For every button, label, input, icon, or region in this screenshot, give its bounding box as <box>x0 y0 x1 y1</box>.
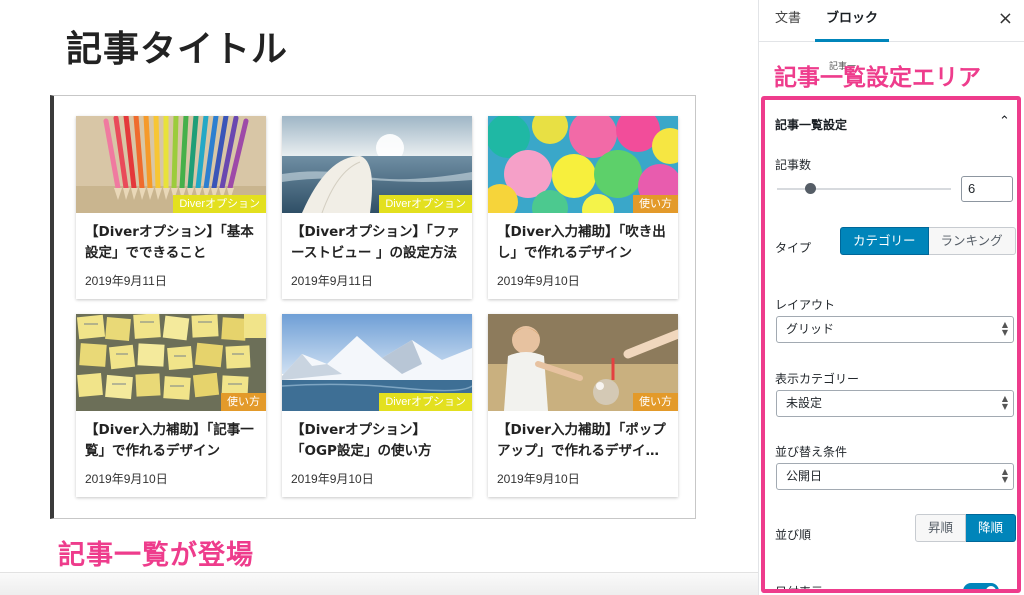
post-date: 2019年9月10日 <box>291 472 374 486</box>
post-title[interactable]: 【Diverオプション】「OGP設定」の使い方 <box>291 420 463 462</box>
date-display-label: 日付表示 <box>775 585 824 593</box>
close-icon[interactable]: × <box>998 8 1013 29</box>
type-option-category[interactable]: カテゴリー <box>840 227 929 255</box>
post-thumbnail-sticky-notes: 使い方 <box>76 314 266 411</box>
order-toggle-group: 昇順 降順 <box>915 514 1017 542</box>
post-card[interactable]: 使い方 【Diver入力補助】「吹き出し」で作れるデザイン 2019年9月10日 <box>488 116 678 299</box>
post-date: 2019年9月10日 <box>497 472 580 486</box>
layout-select-value: グリッド <box>786 322 835 336</box>
type-label: タイプ <box>775 241 812 255</box>
annotation-caption-post-list: 記事一覧が登場 <box>58 540 254 571</box>
post-card[interactable]: Diverオプション 【Diverオプション】「OGP設定」の使い方 2019年… <box>282 314 472 497</box>
order-option-desc[interactable]: 降順 <box>966 514 1017 542</box>
select-arrows-icon: ▲ ▼ <box>1001 320 1008 337</box>
category-select[interactable]: 未設定 ▲ ▼ <box>776 390 1014 417</box>
category-badge[interactable]: 使い方 <box>221 393 266 411</box>
select-arrows-icon: ▲ ▼ <box>1001 394 1008 411</box>
panel-title[interactable]: 記事一覧設定 <box>775 116 847 133</box>
post-count-input[interactable]: 6 <box>961 176 1013 202</box>
category-badge[interactable]: 使い方 <box>633 393 678 411</box>
order-label: 並び順 <box>775 528 812 542</box>
category-label: 表示カテゴリー <box>775 372 860 386</box>
category-badge[interactable]: Diverオプション <box>173 195 266 213</box>
type-option-ranking[interactable]: ランキング <box>928 227 1016 255</box>
tab-block[interactable]: ブロック <box>815 0 889 42</box>
chevron-up-icon[interactable]: ⌃ <box>999 114 1010 129</box>
post-title[interactable]: 【Diverオプション】「基本設定」でできること <box>85 222 257 264</box>
category-badge[interactable]: Diverオプション <box>379 393 472 411</box>
post-date: 2019年9月10日 <box>497 274 580 288</box>
layout-label: レイアウト <box>775 298 836 312</box>
sidebar-tabs: 文書 ブロック × <box>759 0 1024 42</box>
sort-select[interactable]: 公開日 ▲ ▼ <box>776 463 1014 490</box>
post-card[interactable]: Diverオプション 【Diverオプション】「基本設定」でできること 2019… <box>76 116 266 299</box>
page-title[interactable]: 記事タイトル <box>66 20 288 72</box>
category-select-value: 未設定 <box>786 396 823 410</box>
post-title[interactable]: 【Diver入力補助】「吹き出し」で作れるデザイン <box>497 222 669 264</box>
date-display-toggle[interactable] <box>963 583 999 589</box>
order-option-asc[interactable]: 昇順 <box>915 514 967 542</box>
post-count-slider[interactable] <box>777 188 951 190</box>
type-toggle-group: カテゴリー ランキング <box>840 227 1016 255</box>
post-thumbnail-child-balloon: 使い方 <box>488 314 678 411</box>
post-thumbnail-surfboard: Diverオプション <box>282 116 472 213</box>
layout-select[interactable]: グリッド ▲ ▼ <box>776 316 1014 343</box>
post-count-slider-handle[interactable] <box>805 183 816 194</box>
editor-bottom-bar <box>0 572 758 595</box>
post-card[interactable]: Diverオプション 【Diverオプション】「ファーストビュー 」の設定方法 … <box>282 116 472 299</box>
post-title[interactable]: 【Diver入力補助】「ポップアップ」で作れるデザイ… <box>497 420 669 462</box>
post-thumbnail-colored-pencils: Diverオプション <box>76 116 266 213</box>
post-grid: Diverオプション 【Diverオプション】「基本設定」でできること 2019… <box>76 116 678 497</box>
category-badge[interactable]: Diverオプション <box>379 195 472 213</box>
sort-label: 並び替え条件 <box>775 445 848 459</box>
category-badge[interactable]: 使い方 <box>633 195 678 213</box>
post-list-settings-panel: 記事一覧設定 ⌃ 記事数 6 タイプ カテゴリー ランキング レイアウト グリッ… <box>761 96 1021 593</box>
post-date: 2019年9月11日 <box>85 274 167 288</box>
post-title[interactable]: 【Diverオプション】「ファーストビュー 」の設定方法 <box>291 222 463 264</box>
post-card[interactable]: 使い方 【Diver入力補助】「ポップアップ」で作れるデザイ… 2019年9月1… <box>488 314 678 497</box>
settings-sidebar: 文書 ブロック × 記事一 記事一覧設定エリア 記事一覧設定 ⌃ 記事数 6 タ… <box>758 0 1024 595</box>
post-list-block[interactable]: Diverオプション 【Diverオプション】「基本設定」でできること 2019… <box>50 95 696 519</box>
post-count-label: 記事数 <box>775 158 812 172</box>
post-thumbnail-balloons: 使い方 <box>488 116 678 213</box>
annotation-caption-settings: 記事一覧設定エリア <box>774 65 981 91</box>
post-thumbnail-snowy-mountains: Diverオプション <box>282 314 472 411</box>
post-card[interactable]: 使い方 【Diver入力補助】「記事一覧」で作れるデザイン 2019年9月10日 <box>76 314 266 497</box>
post-date: 2019年9月10日 <box>85 472 168 486</box>
select-arrows-icon: ▲ ▼ <box>1001 467 1008 484</box>
tab-document[interactable]: 文書 <box>775 0 801 42</box>
post-title[interactable]: 【Diver入力補助】「記事一覧」で作れるデザイン <box>85 420 257 462</box>
post-date: 2019年9月11日 <box>291 274 373 288</box>
sort-select-value: 公開日 <box>786 469 823 483</box>
